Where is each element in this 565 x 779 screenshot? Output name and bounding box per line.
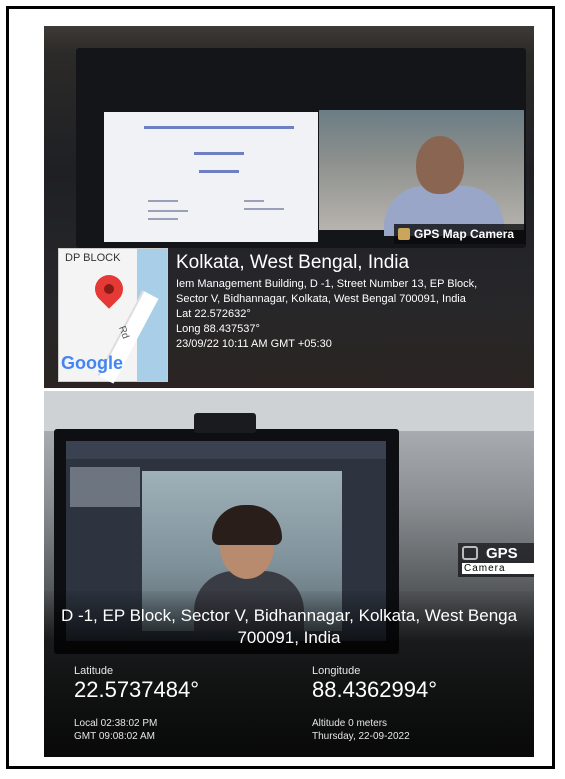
address-line-1: D -1, EP Block, Sector V, Bidhannagar, K…: [60, 606, 518, 625]
date-text: Thursday, 22-09-2022: [312, 731, 410, 742]
longitude-text: Long 88.437537°: [176, 323, 260, 335]
altitude-block: Altitude 0 meters Thursday, 22-09-2022: [312, 717, 410, 743]
gps-camera-badge: GPS Camera: [458, 543, 534, 577]
participant-thumbnail: [70, 467, 140, 507]
longitude-block: Longitude 88.4362994°: [312, 665, 437, 703]
map-pin-dot: [104, 284, 114, 294]
location-info: Kolkata, West Bengal, India Iem Manageme…: [176, 252, 516, 352]
local-time: Local 02:38:02 PM: [74, 718, 158, 729]
badge-subtitle: Camera: [462, 563, 534, 574]
altitude-text: Altitude 0 meters: [312, 718, 388, 729]
datetime-text: 23/09/22 10:11 AM GMT +05:30: [176, 338, 332, 350]
camera-icon: [398, 228, 410, 240]
gmt-time: GMT 09:08:02 AM: [74, 731, 155, 742]
meeting-toolbar: [66, 441, 386, 459]
latitude-value: 22.5737484°: [74, 677, 200, 702]
address-block: D -1, EP Block, Sector V, Bidhannagar, K…: [44, 605, 534, 649]
badge-title: GPS: [486, 545, 518, 562]
presentation-slide: [104, 112, 318, 242]
presenter-head: [416, 136, 464, 194]
address-line-2: 700091, India: [237, 628, 341, 647]
address-line-1: Iem Management Building, D -1, Street Nu…: [176, 278, 478, 290]
latitude-label: Latitude: [74, 665, 114, 677]
time-block: Local 02:38:02 PM GMT 09:08:02 AM: [74, 717, 157, 743]
gps-map-camera-badge: GPS Map Camera: [394, 224, 526, 244]
google-logo: Google: [61, 353, 123, 373]
badge-label: GPS Map Camera: [414, 227, 515, 241]
city-title: Kolkata, West Bengal, India: [176, 252, 410, 273]
longitude-value: 88.4362994°: [312, 677, 438, 702]
bottom-photo: GPS Camera D -1, EP Block, Sector V, Bid…: [44, 391, 534, 757]
ceiling: [44, 391, 534, 431]
camera-icon: [462, 546, 478, 560]
top-photo: GPS Map Camera DP BLOCK Rd Google Kolkat…: [44, 26, 534, 388]
latitude-text: Lat 22.572632°: [176, 308, 251, 320]
latitude-block: Latitude 22.5737484°: [74, 665, 199, 703]
map-area-label: DP BLOCK: [65, 252, 121, 264]
longitude-label: Longitude: [312, 665, 361, 677]
map-thumbnail: DP BLOCK Rd Google: [58, 248, 168, 384]
webcam: [194, 413, 256, 433]
address-line-2: Sector V, Bidhannagar, Kolkata, West Ben…: [176, 293, 466, 305]
